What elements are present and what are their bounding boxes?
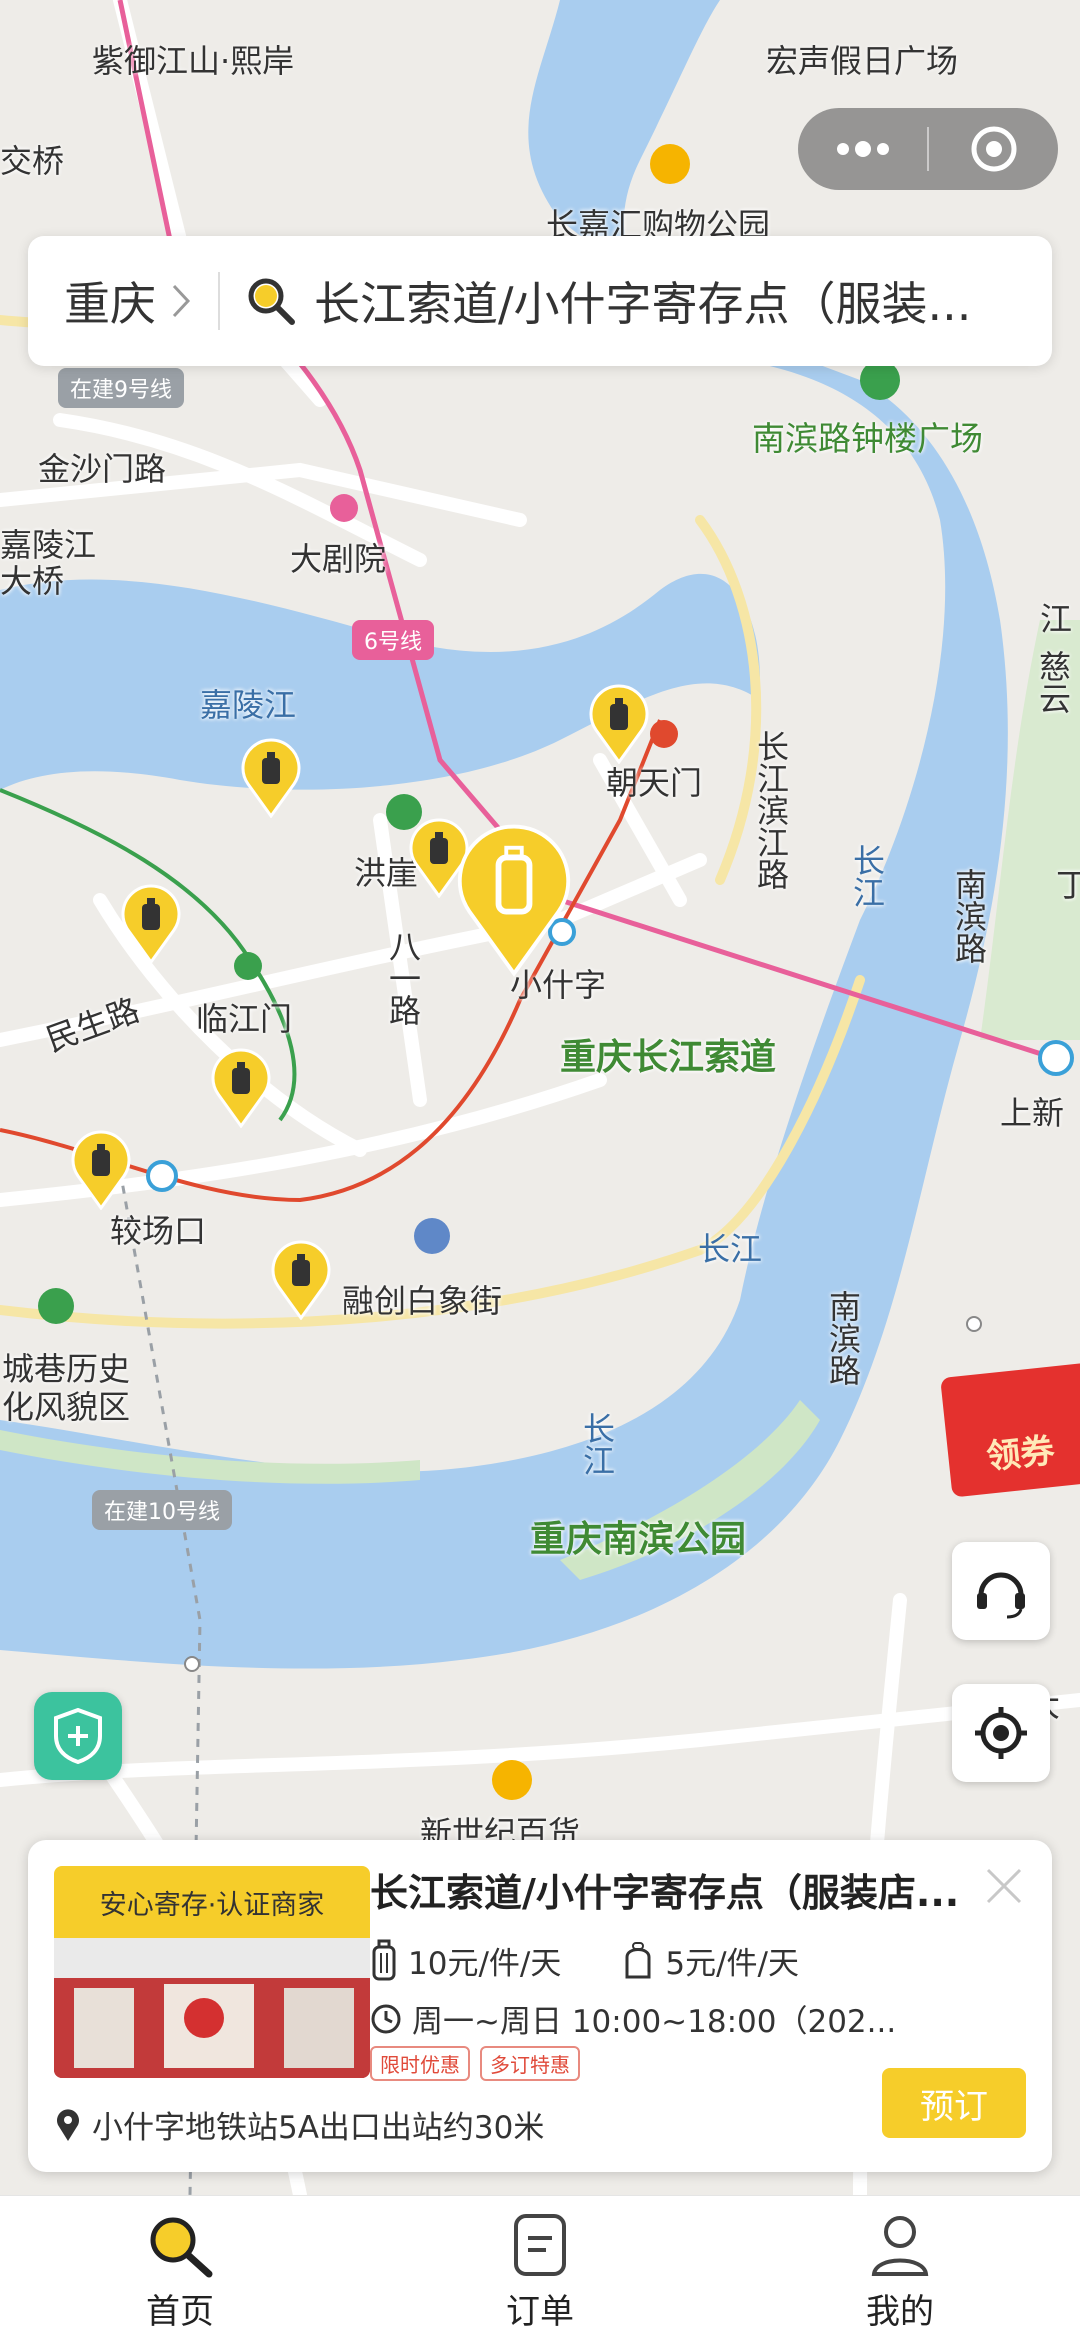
mini-program-capsule <box>798 108 1058 190</box>
promo-tags: 限时优惠 多订特惠 <box>370 2046 580 2081</box>
map-label: 嘉陵江 <box>200 686 297 724</box>
promo-tag: 限时优惠 <box>370 2046 470 2081</box>
luggage-pin-icon <box>121 884 181 965</box>
map-label: 江 <box>1040 600 1073 638</box>
price-luggage: 10元/件/天 <box>408 1946 562 1982</box>
map-label: 大剧院 <box>290 540 387 578</box>
store-photo <box>54 1938 370 2078</box>
storage-pin[interactable] <box>210 1048 272 1129</box>
close-icon[interactable] <box>978 1860 1030 1912</box>
map-label: 南滨路 <box>950 868 988 964</box>
status-right-text: 宏声假日广场 <box>766 42 959 80</box>
backpack-icon <box>625 1941 651 1978</box>
luggage-pin-icon <box>271 1240 331 1321</box>
location-pin-icon <box>57 2108 79 2141</box>
search-icon <box>150 2217 213 2278</box>
document-icon <box>514 2214 566 2276</box>
luggage-icon <box>372 1939 396 1980</box>
map-label: 重庆南滨公园 <box>530 1519 747 1560</box>
map-label: 南滨路 <box>824 1290 862 1386</box>
tab-home-label: 首页 <box>146 2292 214 2332</box>
more-button[interactable] <box>798 108 927 190</box>
storage-pin[interactable] <box>120 884 182 965</box>
storage-pin[interactable] <box>270 1240 332 1321</box>
selected-storage-pin[interactable] <box>454 820 574 980</box>
luggage-pin-icon <box>589 684 649 765</box>
map-label: 金沙门路 <box>38 450 167 488</box>
map-label: 南滨路钟楼广场 <box>752 419 983 458</box>
coupon-label: 领券 <box>984 1430 1057 1478</box>
user-icon <box>871 2216 929 2276</box>
price-row: 10元/件/天 5元/件/天 <box>370 1938 799 1983</box>
status-bar: 紫御江山·熙岸 宏声假日广场 <box>0 0 1080 90</box>
city-name: 重庆 <box>64 277 156 331</box>
map-label: 长江滨江路 <box>752 730 790 890</box>
more-dots-icon <box>836 141 889 157</box>
clock-icon <box>371 2004 401 2033</box>
map-label: 慈云 <box>1034 650 1072 714</box>
promo-tag: 多订特惠 <box>480 2046 580 2081</box>
luggage-pin-icon <box>211 1048 271 1129</box>
target-circle-icon <box>971 126 1016 172</box>
map-label: 融创白象街 <box>342 1282 503 1320</box>
store-card[interactable]: 安心寄存·认证商家 长江索道/小什字寄存点（服装店... 10元/件/天 5元/… <box>28 1840 1052 2172</box>
map-label: 八一路 <box>384 930 422 1026</box>
price-bag: 5元/件/天 <box>665 1946 799 1982</box>
close-mini-program-button[interactable] <box>929 108 1058 190</box>
tab-home[interactable]: 首页 <box>0 2196 360 2340</box>
storage-pin[interactable] <box>240 738 302 819</box>
coupon-button[interactable]: 领券 <box>940 1362 1080 1498</box>
crosshair-icon <box>975 1707 1027 1759</box>
book-button[interactable]: 预订 <box>882 2068 1026 2138</box>
locate-me-button[interactable] <box>952 1684 1050 1782</box>
metro-line-tag: 在建9号线 <box>58 368 184 408</box>
metro-line-tag: 在建10号线 <box>92 1490 232 1530</box>
storage-pin[interactable] <box>70 1130 132 1211</box>
store-address: 小什字地铁站5A出口出站约30米 <box>92 2110 545 2146</box>
hours-row: 周一~周日 10:00~18:00（202... <box>370 1996 1032 2041</box>
map-label: 长江 <box>848 844 886 908</box>
certified-badge: 安心寄存·认证商家 <box>54 1866 370 1938</box>
map-label: 重庆长江索道 <box>560 1037 777 1078</box>
map-label: 交桥 <box>0 142 65 180</box>
storage-pin[interactable] <box>588 684 650 765</box>
map-label: 长江 <box>578 1412 616 1476</box>
chevron-right-icon <box>172 284 191 318</box>
bottom-tab-bar: 首页 订单 我的 <box>0 2195 1080 2340</box>
city-selector[interactable]: 重庆 <box>28 268 192 334</box>
headset-icon <box>977 1572 1025 1619</box>
map-label: 朝天门 <box>606 764 703 802</box>
business-hours: 周一~周日 10:00~18:00（202... <box>412 2004 897 2040</box>
tab-mine-label: 我的 <box>866 2292 934 2332</box>
map-label: 上新 <box>1000 1094 1065 1132</box>
search-icon <box>248 278 295 325</box>
tab-orders-label: 订单 <box>506 2292 574 2332</box>
map-label: 化风貌区 <box>2 1388 131 1426</box>
status-left-text: 紫御江山·熙岸 <box>92 42 295 80</box>
search-query[interactable]: 长江索道/小什字寄存点（服装... <box>314 268 994 334</box>
luggage-pin-icon <box>241 738 301 819</box>
store-title: 长江索道/小什字寄存点（服装店... <box>370 1871 960 1915</box>
luggage-pin-icon <box>457 824 571 977</box>
tab-mine[interactable]: 我的 <box>720 2196 1080 2340</box>
search-bar[interactable]: 重庆 长江索道/小什字寄存点（服装... <box>28 236 1052 366</box>
address-row: 小什字地铁站5A出口出站约30米 <box>54 2102 544 2147</box>
map-label: 丁 <box>1056 866 1080 904</box>
customer-service-button[interactable] <box>952 1542 1050 1640</box>
map-label: 大桥 <box>0 562 65 600</box>
map-label: 较场口 <box>110 1212 207 1250</box>
luggage-pin-icon <box>71 1130 131 1211</box>
shield-plus-icon <box>54 1708 102 1764</box>
map-label: 临江门 <box>196 1000 293 1038</box>
insurance-button[interactable] <box>34 1692 122 1780</box>
tab-orders[interactable]: 订单 <box>360 2196 720 2340</box>
map-label: 长江 <box>698 1230 763 1268</box>
metro-line-tag: 6号线 <box>352 620 434 660</box>
